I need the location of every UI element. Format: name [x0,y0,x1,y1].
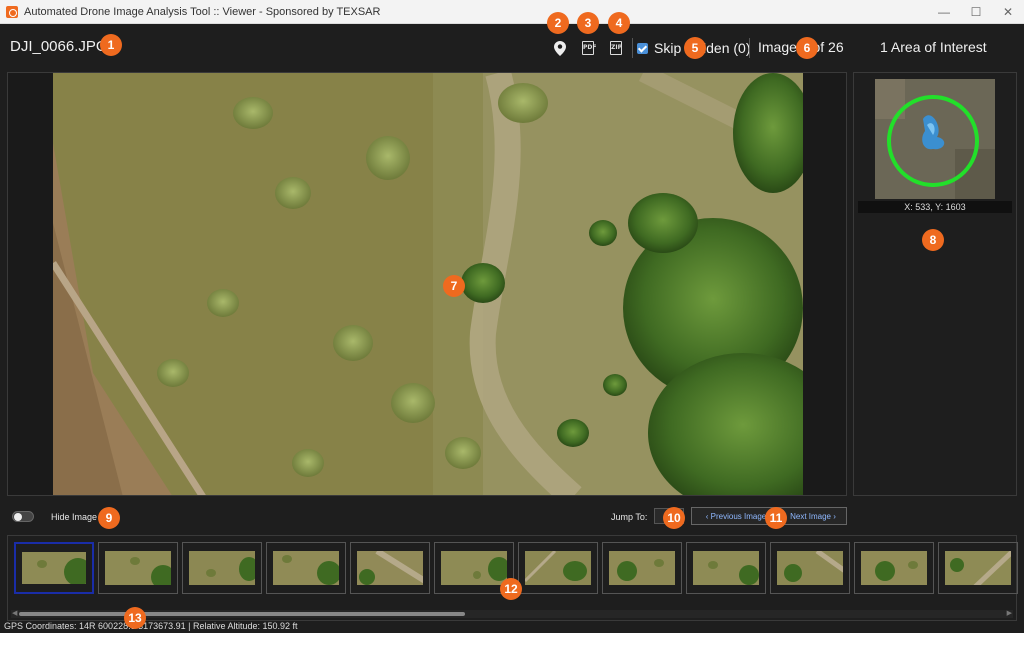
thumbnail[interactable] [14,542,94,594]
thumbnail-image [861,551,927,585]
window-titlebar: Automated Drone Image Analysis Tool :: V… [0,0,1024,24]
window-controls: — ☐ ✕ [928,0,1024,24]
gps-status: GPS Coordinates: 14R 600228.3 3173673.91… [4,621,298,631]
thumbnail-image [189,551,255,585]
thumbnail-image [441,551,507,585]
pdf-badge: PDF [582,41,596,55]
thumbnail[interactable] [182,542,262,594]
thumbnail[interactable] [350,542,430,594]
next-image-label: Next Image › [790,511,836,521]
thumbnail-image [945,551,1011,585]
pdf-icon[interactable]: PDF [580,40,596,56]
scroll-thumb[interactable] [19,612,465,616]
thumbnail[interactable] [686,542,766,594]
viewer-app: DJI_0066.JPG PDF ZIP Skip Hidden (0) Ima… [0,24,1024,633]
aoi-thumbnail[interactable] [875,79,995,199]
callout-marker: 7 [443,275,465,297]
maximize-button[interactable]: ☐ [960,0,992,24]
thumbnail[interactable] [266,542,346,594]
thumbnail-image [693,551,759,585]
thumbnail[interactable] [770,542,850,594]
callout-marker: 4 [608,12,630,34]
thumbnail-scrollbar[interactable]: ◀ ▶ [11,610,1013,618]
status-bar: GPS Coordinates: 14R 600228.3 3173673.91… [0,621,1024,633]
image-filename: DJI_0066.JPG [10,38,108,55]
header-divider [749,38,750,58]
skip-hidden-checkbox[interactable] [637,42,648,54]
callout-marker: 9 [98,507,120,529]
callout-marker: 8 [922,229,944,251]
callout-marker: 2 [547,12,569,34]
thumbnail-image [609,551,675,585]
toggle-knob [14,513,22,521]
previous-image-label: ‹ Previous Image [705,511,767,521]
scroll-left-icon[interactable]: ◀ [12,610,17,618]
map-pin-icon[interactable] [552,40,568,56]
callout-marker: 5 [684,37,706,59]
thumbnail-image [105,551,171,585]
main-image-viewer[interactable] [7,72,847,496]
callout-marker: 6 [796,37,818,59]
thumbnail[interactable] [98,542,178,594]
window-title: Automated Drone Image Analysis Tool :: V… [24,5,381,18]
thumbnail[interactable] [938,542,1018,594]
thumbnail-image [22,552,86,584]
thumbnail[interactable] [854,542,934,594]
zip-badge: ZIP [610,41,622,55]
callout-marker: 3 [577,12,599,34]
aoi-count: 1 Area of Interest [880,39,987,55]
close-button[interactable]: ✕ [992,0,1024,24]
hide-image-toggle[interactable] [12,511,34,522]
hide-image-label: Hide Image [51,512,98,522]
viewer-header: DJI_0066.JPG PDF ZIP Skip Hidden (0) Ima… [0,24,1024,70]
callout-marker: 13 [124,607,146,629]
thumbnail-image [777,551,843,585]
thumbnail-image [273,551,339,585]
callout-marker: 12 [500,578,522,600]
next-image-button[interactable]: Next Image › [779,507,847,525]
thumbnail-image [525,551,591,585]
aoi-coordinates: X: 533, Y: 1603 [858,201,1012,213]
header-divider [632,38,633,58]
callout-marker: 1 [100,34,122,56]
minimize-button[interactable]: — [928,0,960,24]
app-icon [6,5,18,18]
callout-marker: 11 [765,507,787,529]
thumbnail-image [357,551,423,585]
jump-to-label: Jump To: [611,512,648,522]
scroll-right-icon[interactable]: ▶ [1007,610,1012,618]
callout-marker: 10 [663,507,685,529]
drone-photo[interactable] [53,73,803,495]
thumbnail[interactable] [602,542,682,594]
thumbnail[interactable] [518,542,598,594]
aoi-panel: X: 533, Y: 1603 [853,72,1017,496]
zip-icon[interactable]: ZIP [608,40,624,56]
